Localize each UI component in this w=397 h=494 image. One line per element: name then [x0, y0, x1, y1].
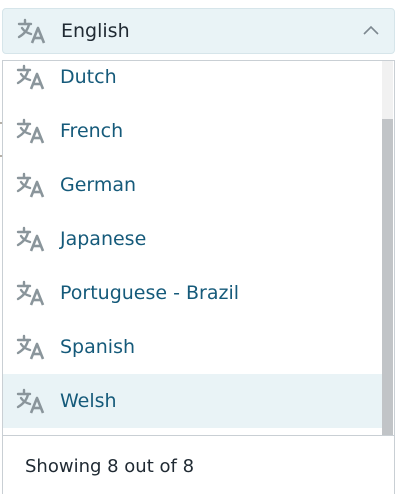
translate-icon: [16, 172, 45, 198]
language-option-japanese[interactable]: Japanese: [3, 212, 383, 266]
language-option-label: Dutch: [60, 66, 117, 88]
selected-language-label: English: [61, 20, 130, 42]
results-count: Showing 8 out of 8: [25, 456, 195, 477]
language-option-label: German: [60, 174, 137, 196]
language-option-label: Japanese: [60, 228, 147, 250]
translate-icon: [16, 226, 45, 252]
scrollbar[interactable]: [382, 61, 393, 435]
language-option-french[interactable]: French: [3, 104, 383, 158]
language-dropdown: Dutch French German Japanese Portuguese …: [2, 60, 395, 494]
language-option-german[interactable]: German: [3, 158, 383, 212]
translate-icon: [16, 334, 45, 360]
language-option-welsh[interactable]: Welsh: [3, 374, 383, 428]
language-option-label: Portuguese - Brazil: [60, 282, 240, 304]
language-list: Dutch French German Japanese Portuguese …: [3, 61, 383, 435]
translate-icon: [16, 280, 45, 306]
translate-icon: [16, 388, 45, 414]
language-selector[interactable]: English: [2, 8, 395, 54]
chevron-up-icon[interactable]: [362, 22, 380, 40]
language-option-dutch[interactable]: Dutch: [3, 61, 383, 104]
language-option-portuguese-brazil[interactable]: Portuguese - Brazil: [3, 266, 383, 320]
language-option-spanish[interactable]: Spanish: [3, 320, 383, 374]
translate-icon: [17, 18, 46, 44]
divider: [3, 435, 394, 436]
language-option-label: Welsh: [60, 390, 117, 412]
translate-icon: [16, 64, 45, 90]
language-option-label: French: [60, 120, 124, 142]
language-option-label: Spanish: [60, 336, 136, 358]
scrollbar-thumb[interactable]: [382, 119, 393, 435]
translate-icon: [16, 118, 45, 144]
